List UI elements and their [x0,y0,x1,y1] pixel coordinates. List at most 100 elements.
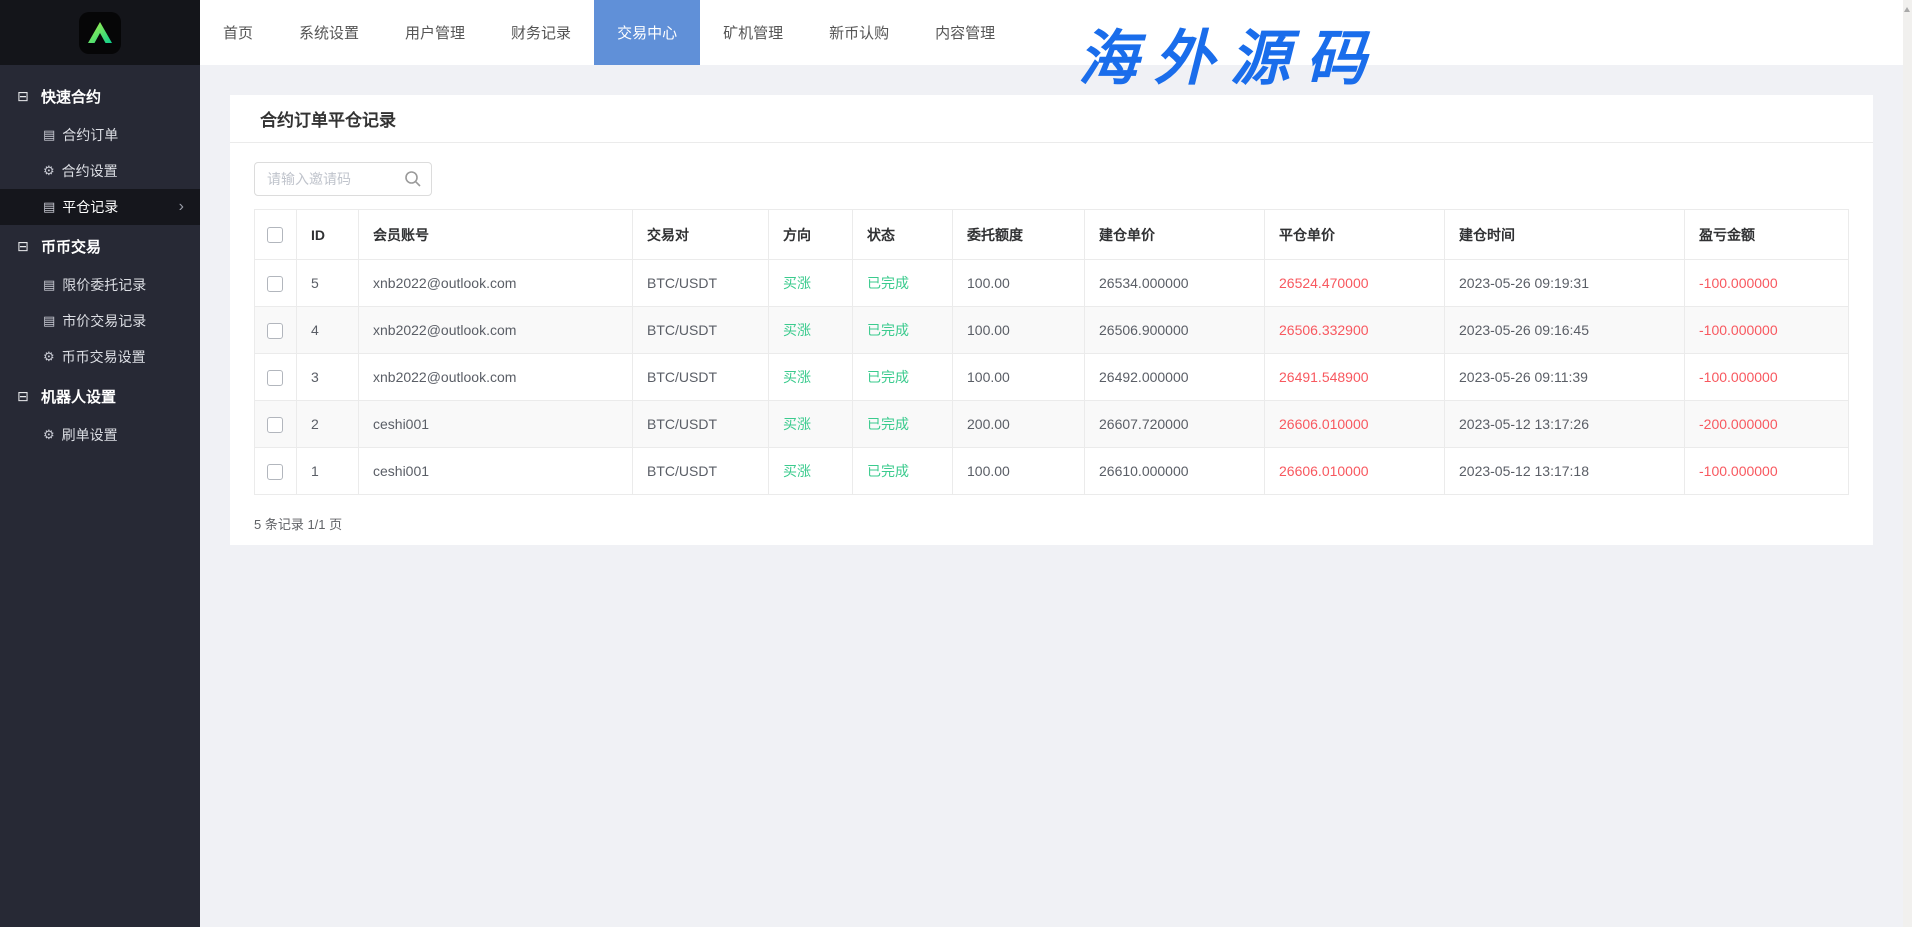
cell-open-time: 2023-05-12 13:17:26 [1445,401,1685,448]
sidebar-item-icon: ▤ [43,127,55,143]
column-header: ID [297,210,359,260]
sidebar-item-icon: ⚙ [43,349,55,365]
cell-trade-pair: BTC/USDT [633,448,769,495]
nav-tab-label: 财务记录 [511,22,571,43]
cell-close-price: 26506.332900 [1265,307,1445,354]
nav-tab-label: 交易中心 [617,22,677,43]
sidebar-item-label: 限价委托记录 [62,275,146,295]
cell-member-account: ceshi001 [359,448,633,495]
tab-content-management[interactable]: 内容管理 [912,0,1018,65]
row-checkbox[interactable] [267,276,283,292]
collapse-icon: ⊟ [17,389,32,404]
page-scrollbar[interactable] [1903,0,1912,927]
cell-open-time: 2023-05-26 09:19:31 [1445,260,1685,307]
sidebar-item-coin-trade-settings[interactable]: ⚙ 币币交易设置 › [0,339,200,375]
cell-close-price: 26491.548900 [1265,354,1445,401]
logo-a-icon [86,21,114,45]
tab-user-management[interactable]: 用户管理 [382,0,488,65]
cell-id: 1 [297,448,359,495]
main-nav-tabs: 首页 系统设置 用户管理 财务记录 交易中心 矿机管理 新币认购 内容管理 [200,0,1018,65]
cell-checkbox [255,401,297,448]
row-checkbox[interactable] [267,464,283,480]
sidebar-item-limit-order-records[interactable]: ▤ 限价委托记录 › [0,267,200,303]
search-icon[interactable] [404,170,422,188]
row-checkbox[interactable] [267,323,283,339]
cell-profit-loss: -100.000000 [1685,354,1849,401]
tab-home[interactable]: 首页 [200,0,276,65]
logo-strip [0,0,200,65]
cell-open-price: 26610.000000 [1085,448,1265,495]
row-checkbox[interactable] [267,370,283,386]
cell-trade-pair: BTC/USDT [633,354,769,401]
card-header: 合约订单平仓记录 [230,95,1873,143]
cell-member-account: ceshi001 [359,401,633,448]
sidebar-section-label: 机器人设置 [41,386,116,407]
sidebar-item-contract-settings[interactable]: ⚙ 合约设置 › [0,153,200,189]
records-count: 5 条记录 1/1 页 [254,514,1849,533]
sidebar-item-label: 刷单设置 [62,425,118,445]
tab-miner-management[interactable]: 矿机管理 [700,0,806,65]
cell-profit-loss: -100.000000 [1685,260,1849,307]
sidebar-section-robot-settings[interactable]: ⊟ 机器人设置 [0,375,200,417]
cell-checkbox [255,448,297,495]
cell-entrust-amount: 100.00 [953,307,1085,354]
cell-trade-pair: BTC/USDT [633,401,769,448]
sidebar-item-icon: ⚙ [43,427,55,443]
cell-direction: 买涨 [769,307,853,354]
cell-direction: 买涨 [769,354,853,401]
sidebar-item-label: 币币交易设置 [62,347,146,367]
cell-open-time: 2023-05-26 09:16:45 [1445,307,1685,354]
cell-open-time: 2023-05-26 09:11:39 [1445,354,1685,401]
cell-profit-loss: -100.000000 [1685,448,1849,495]
column-header: 建仓时间 [1445,210,1685,260]
nav-tab-label: 系统设置 [299,22,359,43]
cell-member-account: xnb2022@outlook.com [359,354,633,401]
row-checkbox[interactable] [267,417,283,433]
nav-tab-label: 内容管理 [935,22,995,43]
cell-entrust-amount: 100.00 [953,260,1085,307]
nav-tab-label: 新币认购 [829,22,889,43]
sidebar-item-market-trade-records[interactable]: ▤ 市价交易记录 › [0,303,200,339]
tab-new-coin-subscription[interactable]: 新币认购 [806,0,912,65]
sidebar-item-close-position-records[interactable]: ▤ 平仓记录 › [0,189,200,225]
table-body: 5 xnb2022@outlook.com BTC/USDT 买涨 已完成 10… [255,260,1849,495]
cell-open-price: 26607.720000 [1085,401,1265,448]
cell-trade-pair: BTC/USDT [633,260,769,307]
sidebar: ⊟ 快速合约 ▤ 合约订单 › ⚙ 合约设置 › ▤ 平仓记录 › ⊟ 币币交易… [0,0,200,927]
content-card: 合约订单平仓记录 ID会员账号交易对方向状态委托额度建仓单价平仓单价建仓时 [230,95,1873,545]
chevron-right-icon: › [179,198,184,216]
cell-open-price: 26492.000000 [1085,354,1265,401]
sidebar-section-fast-contract[interactable]: ⊟ 快速合约 [0,75,200,117]
table-row: 1 ceshi001 BTC/USDT 买涨 已完成 100.00 26610.… [255,448,1849,495]
table-row: 3 xnb2022@outlook.com BTC/USDT 买涨 已完成 10… [255,354,1849,401]
cell-id: 2 [297,401,359,448]
sidebar-item-contract-orders[interactable]: ▤ 合约订单 › [0,117,200,153]
select-all-checkbox[interactable] [267,227,283,243]
sidebar-section-coin-trade[interactable]: ⊟ 币币交易 [0,225,200,267]
sidebar-item-label: 平仓记录 [62,197,118,217]
cell-checkbox [255,354,297,401]
sidebar-section-label: 快速合约 [41,86,101,107]
collapse-icon: ⊟ [17,89,32,104]
column-header: 会员账号 [359,210,633,260]
cell-entrust-amount: 100.00 [953,354,1085,401]
sidebar-section-label: 币币交易 [41,236,101,257]
tab-system-settings[interactable]: 系统设置 [276,0,382,65]
tab-finance-records[interactable]: 财务记录 [488,0,594,65]
nav-tab-label: 矿机管理 [723,22,783,43]
cell-close-price: 26524.470000 [1265,260,1445,307]
nav-tab-label: 首页 [223,22,253,43]
sidebar-item-label: 市价交易记录 [62,311,146,331]
collapse-icon: ⊟ [17,239,32,254]
cell-direction: 买涨 [769,448,853,495]
cell-checkbox [255,307,297,354]
sidebar-item-icon: ⚙ [43,163,55,179]
tab-trade-center[interactable]: 交易中心 [594,0,700,65]
table-row: 4 xnb2022@outlook.com BTC/USDT 买涨 已完成 10… [255,307,1849,354]
cell-status: 已完成 [853,260,953,307]
cell-status: 已完成 [853,307,953,354]
table-row: 5 xnb2022@outlook.com BTC/USDT 买涨 已完成 10… [255,260,1849,307]
search-box [254,162,432,196]
sidebar-item-brush-order-settings[interactable]: ⚙ 刷单设置 › [0,417,200,453]
cell-open-time: 2023-05-12 13:17:18 [1445,448,1685,495]
